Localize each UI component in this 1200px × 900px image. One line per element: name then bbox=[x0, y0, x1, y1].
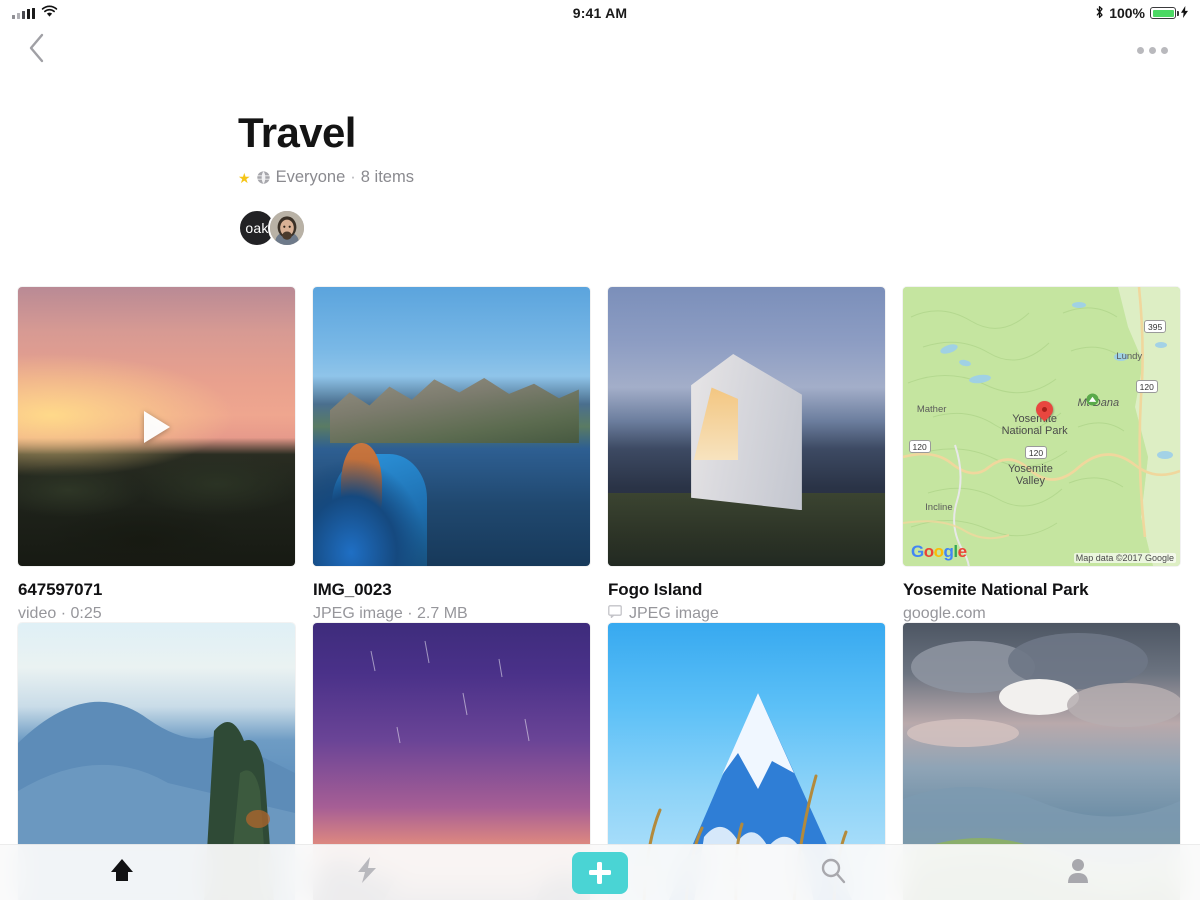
tab-profile[interactable] bbox=[1038, 851, 1118, 895]
globe-icon bbox=[256, 170, 271, 185]
status-bar: 9:41 AM 100% bbox=[0, 0, 1200, 26]
tab-add[interactable] bbox=[572, 852, 628, 894]
media-caption: Yosemite National Park google.com bbox=[903, 566, 1180, 623]
more-horizontal-icon bbox=[1137, 47, 1168, 54]
meta-separator: · bbox=[350, 168, 356, 187]
media-thumbnail[interactable]: Lundy Mather Mt Dana YosemiteNational Pa… bbox=[903, 287, 1180, 566]
route-shield-120-east: 120 bbox=[1136, 380, 1158, 393]
bottom-tab-bar bbox=[0, 844, 1200, 900]
tab-activity[interactable] bbox=[327, 851, 407, 895]
item-count-label: 8 items bbox=[361, 168, 414, 187]
mountain-icon bbox=[1086, 393, 1099, 409]
collaborator-avatars: oak bbox=[238, 209, 1200, 247]
play-icon bbox=[144, 411, 170, 443]
photo-ground bbox=[608, 493, 885, 566]
media-title: Yosemite National Park bbox=[903, 580, 1180, 600]
nav-bar bbox=[0, 26, 1200, 74]
charging-bolt-icon bbox=[1181, 5, 1188, 21]
grid-item[interactable]: Fogo Island JPEG image bbox=[608, 287, 885, 623]
home-icon bbox=[108, 856, 136, 889]
plus-icon bbox=[589, 862, 611, 884]
battery-percent-label: 100% bbox=[1109, 5, 1145, 21]
page-title: Travel bbox=[238, 112, 1200, 154]
person-icon bbox=[1064, 856, 1092, 889]
map-attribution: Map data ©2017 Google bbox=[1074, 553, 1176, 563]
route-shield-395: 395 bbox=[1144, 320, 1166, 333]
media-caption: IMG_0023 JPEG image · 2.7 MB bbox=[313, 566, 590, 623]
grid-item[interactable]: IMG_0023 JPEG image · 2.7 MB bbox=[313, 287, 590, 623]
media-title: IMG_0023 bbox=[313, 580, 590, 600]
back-button[interactable] bbox=[22, 29, 52, 72]
media-grid: 647597071 video · 0:25 IMG_0023 JPEG ima… bbox=[0, 287, 1200, 900]
media-subtitle: google.com bbox=[903, 605, 1180, 623]
more-options-button[interactable] bbox=[1127, 37, 1178, 64]
map-label-lundy: Lundy bbox=[1116, 351, 1142, 362]
google-logo: Google bbox=[911, 542, 967, 562]
photo-subject bbox=[332, 454, 426, 566]
tab-home[interactable] bbox=[82, 851, 162, 895]
route-shield-120-west: 120 bbox=[909, 440, 931, 453]
media-title: 647597071 bbox=[18, 580, 295, 600]
media-subtitle: video · 0:25 bbox=[18, 605, 295, 623]
audience-label: Everyone bbox=[276, 168, 346, 187]
avatar-oak-label: oak bbox=[245, 220, 268, 236]
avatar-person[interactable] bbox=[268, 209, 306, 247]
tab-search[interactable] bbox=[793, 851, 873, 895]
media-subtitle: JPEG image · 2.7 MB bbox=[313, 605, 590, 623]
route-shield-120-center: 120 bbox=[1025, 446, 1047, 459]
map-label-mather: Mather bbox=[917, 404, 947, 415]
photo-subject-hair bbox=[341, 443, 383, 527]
star-icon: ★ bbox=[238, 171, 251, 185]
bluetooth-icon bbox=[1095, 5, 1104, 22]
media-caption: Fogo Island JPEG image bbox=[608, 566, 885, 623]
chevron-left-icon bbox=[28, 33, 46, 68]
map-label-yosemite-national-park: YosemiteNational Park bbox=[992, 413, 1078, 438]
media-subtitle-text: video · 0:25 bbox=[18, 605, 102, 623]
media-subtitle-text: google.com bbox=[903, 605, 986, 623]
media-thumbnail[interactable] bbox=[18, 287, 295, 566]
map-label-yosemite-valley: YosemiteValley bbox=[994, 463, 1066, 488]
comment-icon bbox=[608, 605, 622, 623]
map-label-incline: Incline bbox=[925, 502, 952, 513]
media-title: Fogo Island bbox=[608, 580, 885, 600]
media-subtitle-text: JPEG image bbox=[629, 605, 719, 623]
avatar-photo-image bbox=[270, 209, 304, 247]
media-thumbnail[interactable] bbox=[608, 287, 885, 566]
map-preview: Lundy Mather Mt Dana YosemiteNational Pa… bbox=[903, 287, 1180, 566]
battery-full-icon bbox=[1150, 7, 1176, 19]
lightning-bolt-icon bbox=[354, 856, 380, 889]
media-subtitle-text: JPEG image · 2.7 MB bbox=[313, 605, 468, 623]
media-subtitle: JPEG image bbox=[608, 605, 885, 623]
grid-item[interactable]: 647597071 video · 0:25 bbox=[18, 287, 295, 623]
status-bar-right: 100% bbox=[1095, 5, 1188, 22]
media-thumbnail[interactable] bbox=[313, 287, 590, 566]
status-bar-time: 9:41 AM bbox=[0, 5, 1200, 21]
grid-item[interactable]: Lundy Mather Mt Dana YosemiteNational Pa… bbox=[903, 287, 1180, 623]
collection-meta: ★ Everyone · 8 items bbox=[238, 168, 1200, 187]
media-caption: 647597071 video · 0:25 bbox=[18, 566, 295, 623]
search-icon bbox=[819, 856, 847, 889]
collection-header: Travel ★ Everyone · 8 items oak bbox=[0, 74, 1200, 247]
